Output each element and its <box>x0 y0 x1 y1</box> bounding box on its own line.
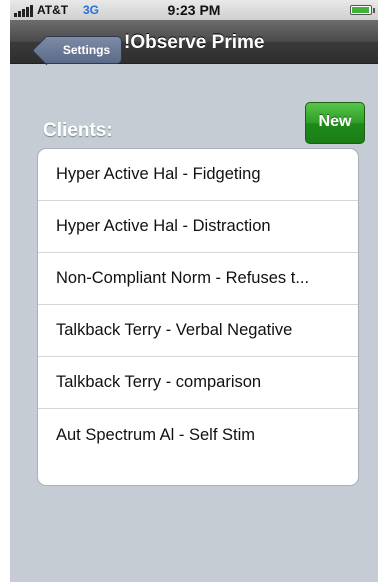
clients-section-header: Clients: <box>43 120 113 141</box>
settings-back-button[interactable]: Settings <box>46 36 122 64</box>
client-list: Hyper Active Hal - Fidgeting Hyper Activ… <box>37 148 359 486</box>
list-item[interactable]: Talkback Terry - Verbal Negative <box>38 305 358 357</box>
navigation-bar: Settings !Observe Prime <box>10 20 378 64</box>
list-item[interactable]: Non-Compliant Norm - Refuses t... <box>38 253 358 305</box>
new-client-button[interactable]: New <box>305 102 365 144</box>
list-item[interactable]: Aut Spectrum Al - Self Stim <box>38 409 358 461</box>
list-item[interactable]: Talkback Terry - comparison <box>38 357 358 409</box>
list-item[interactable]: Hyper Active Hal - Fidgeting <box>38 149 358 201</box>
status-time: 9:23 PM <box>167 2 221 18</box>
battery-icon <box>350 5 375 15</box>
list-item[interactable]: Hyper Active Hal - Distraction <box>38 201 358 253</box>
status-bar: AT&T 3G 9:23 PM <box>10 0 378 20</box>
nav-title: !Observe Prime <box>124 32 265 53</box>
iphone-screen: AT&T 3G 9:23 PM Settings !Observe Prime … <box>10 0 378 582</box>
